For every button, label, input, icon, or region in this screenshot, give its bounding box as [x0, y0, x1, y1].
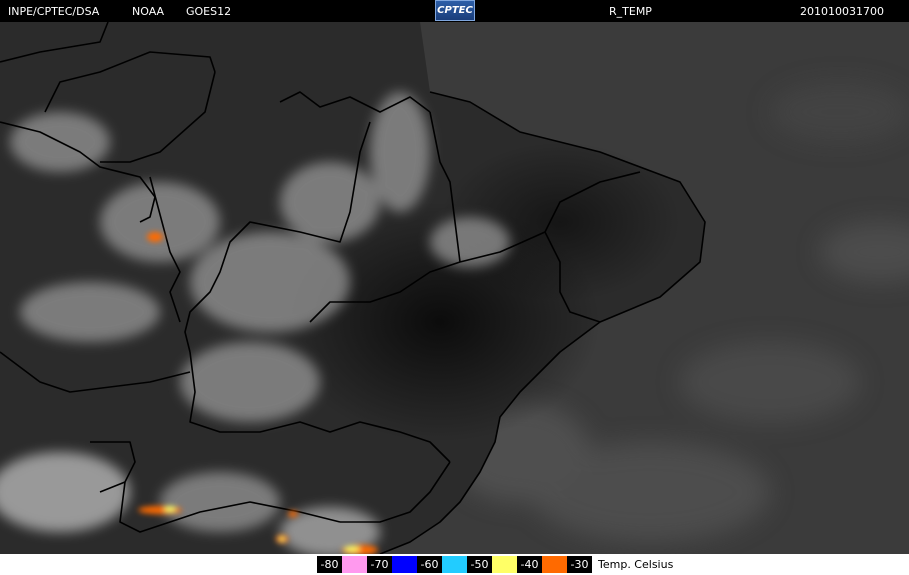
- header-bar: INPE/CPTEC/DSA NOAA GOES12 CPTEC R_TEMP …: [0, 0, 909, 22]
- temperature-legend: -80 -70 -60 -50 -40 -30 Temp. Celsius: [0, 554, 909, 575]
- storm-cell: [164, 506, 176, 512]
- storm-cell: [147, 232, 163, 242]
- legend-swatch: [342, 556, 367, 573]
- storm-cell: [344, 546, 360, 552]
- storm-cell: [279, 537, 285, 541]
- source-label: INPE/CPTEC/DSA: [8, 5, 100, 18]
- product-label: R_TEMP: [609, 5, 652, 18]
- legend-swatch: [442, 556, 467, 573]
- legend-label: -50: [467, 556, 492, 573]
- legend-unit: Temp. Celsius: [598, 558, 674, 571]
- timestamp-label: 201010031700: [800, 5, 884, 18]
- legend-label: -60: [417, 556, 442, 573]
- cptec-logo: CPTEC: [435, 0, 475, 21]
- legend-swatch: [542, 556, 567, 573]
- legend-label: -30: [567, 556, 592, 573]
- satellite-label: GOES12: [186, 5, 232, 18]
- legend-swatch: [392, 556, 417, 573]
- agency-label: NOAA: [132, 5, 165, 18]
- legend-label: -40: [517, 556, 542, 573]
- storm-cell: [288, 511, 298, 517]
- legend-swatch: [492, 556, 517, 573]
- satellite-image: [0, 22, 909, 554]
- legend-label: -80: [317, 556, 342, 573]
- legend-label: -70: [367, 556, 392, 573]
